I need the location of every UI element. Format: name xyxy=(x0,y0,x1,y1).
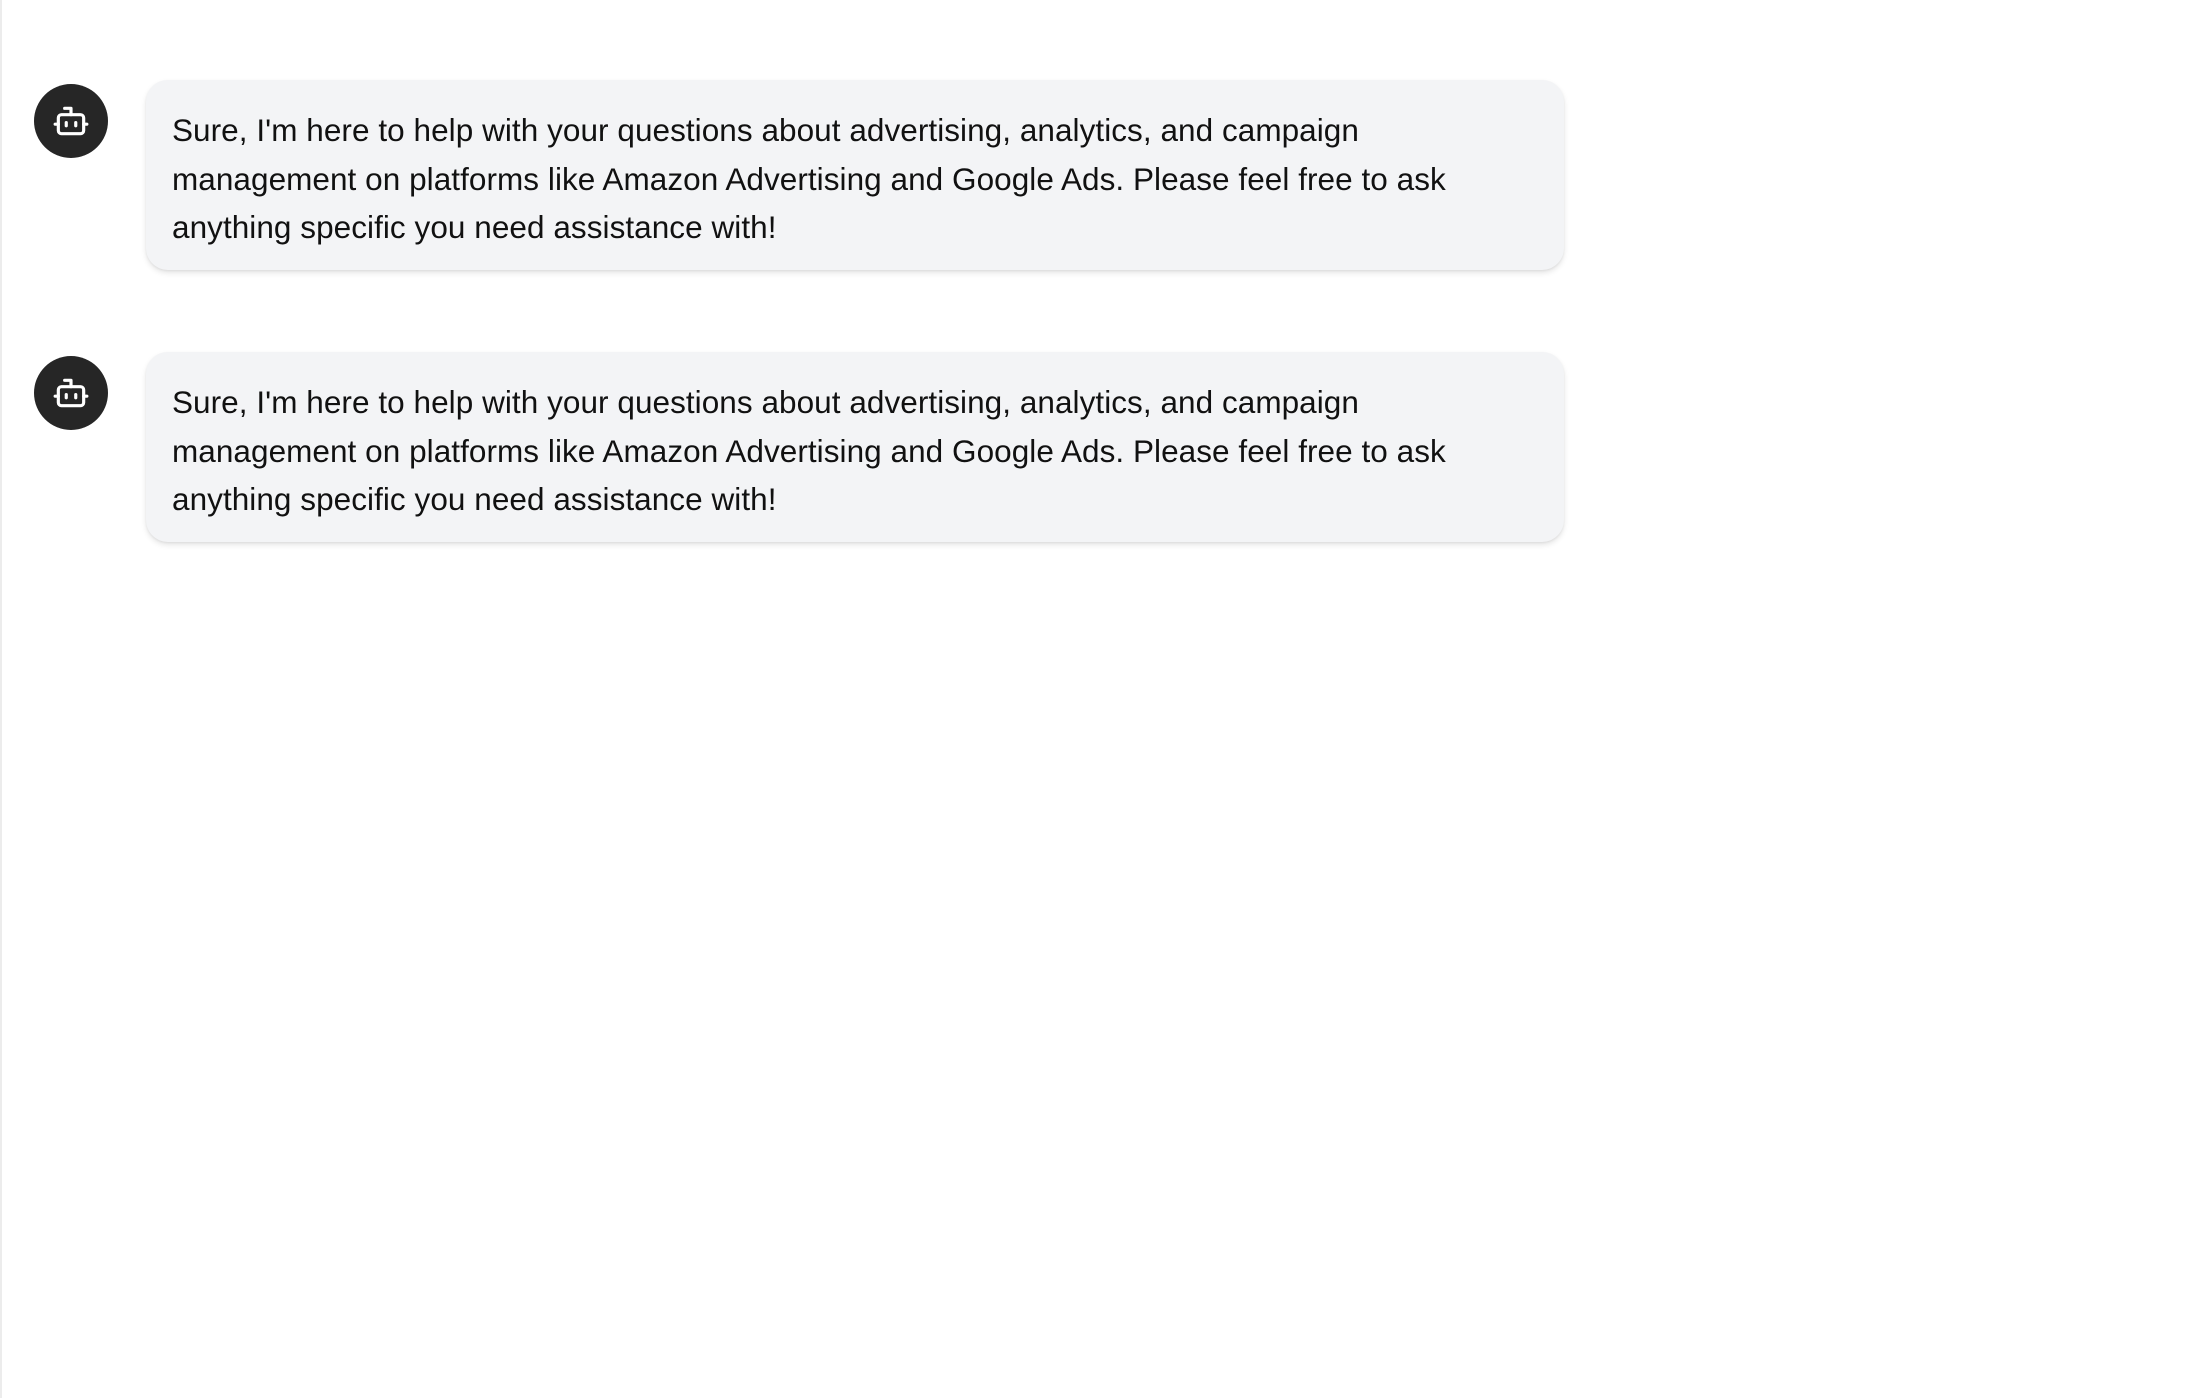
robot-icon xyxy=(53,106,89,136)
message-text: Sure, I'm here to help with your questio… xyxy=(172,384,1446,517)
message-bubble: Sure, I'm here to help with your questio… xyxy=(146,80,1564,270)
assistant-avatar xyxy=(34,84,108,158)
message-text: Sure, I'm here to help with your questio… xyxy=(172,112,1446,245)
chat-page: Sure, I'm here to help with your questio… xyxy=(0,0,2206,1398)
assistant-message: Sure, I'm here to help with your questio… xyxy=(2,80,1602,280)
assistant-avatar xyxy=(34,356,108,430)
assistant-message: Sure, I'm here to help with your questio… xyxy=(2,352,1602,552)
robot-icon xyxy=(53,378,89,408)
message-bubble: Sure, I'm here to help with your questio… xyxy=(146,352,1564,542)
